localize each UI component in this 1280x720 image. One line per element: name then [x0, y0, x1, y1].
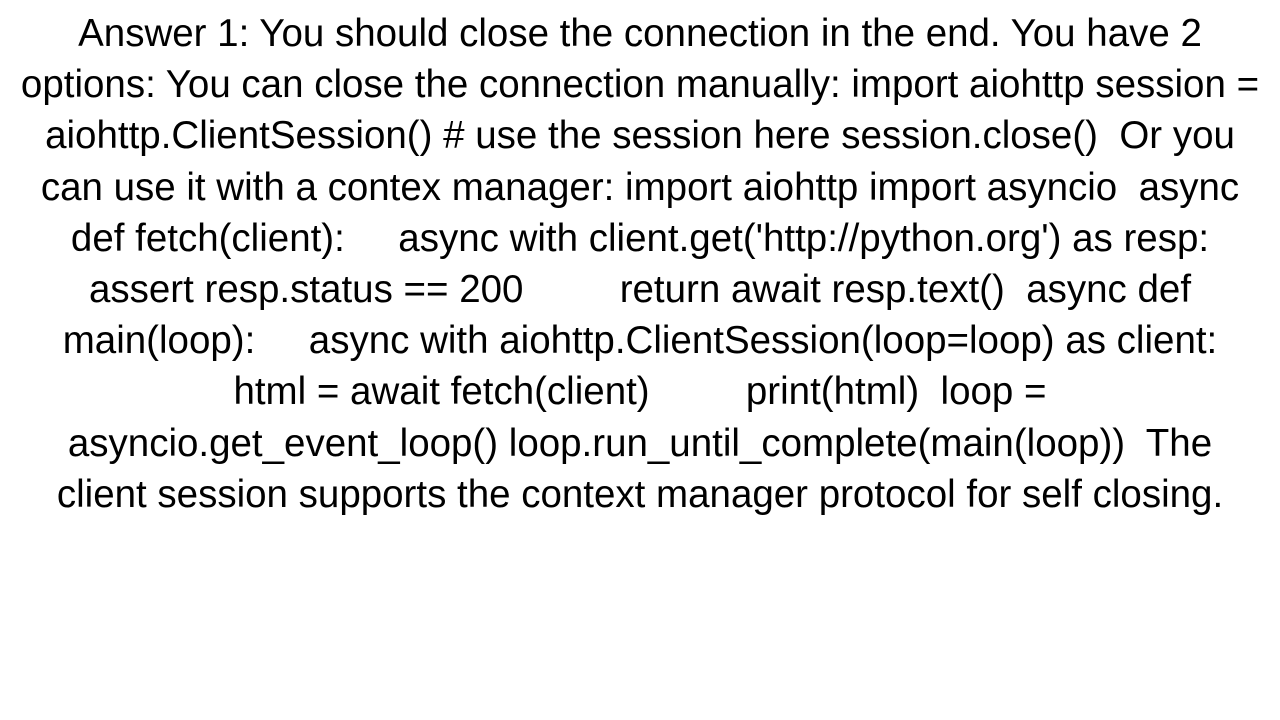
document-body: Answer 1: You should close the connectio…: [0, 0, 1280, 720]
answer-text: Answer 1: You should close the connectio…: [18, 8, 1262, 520]
